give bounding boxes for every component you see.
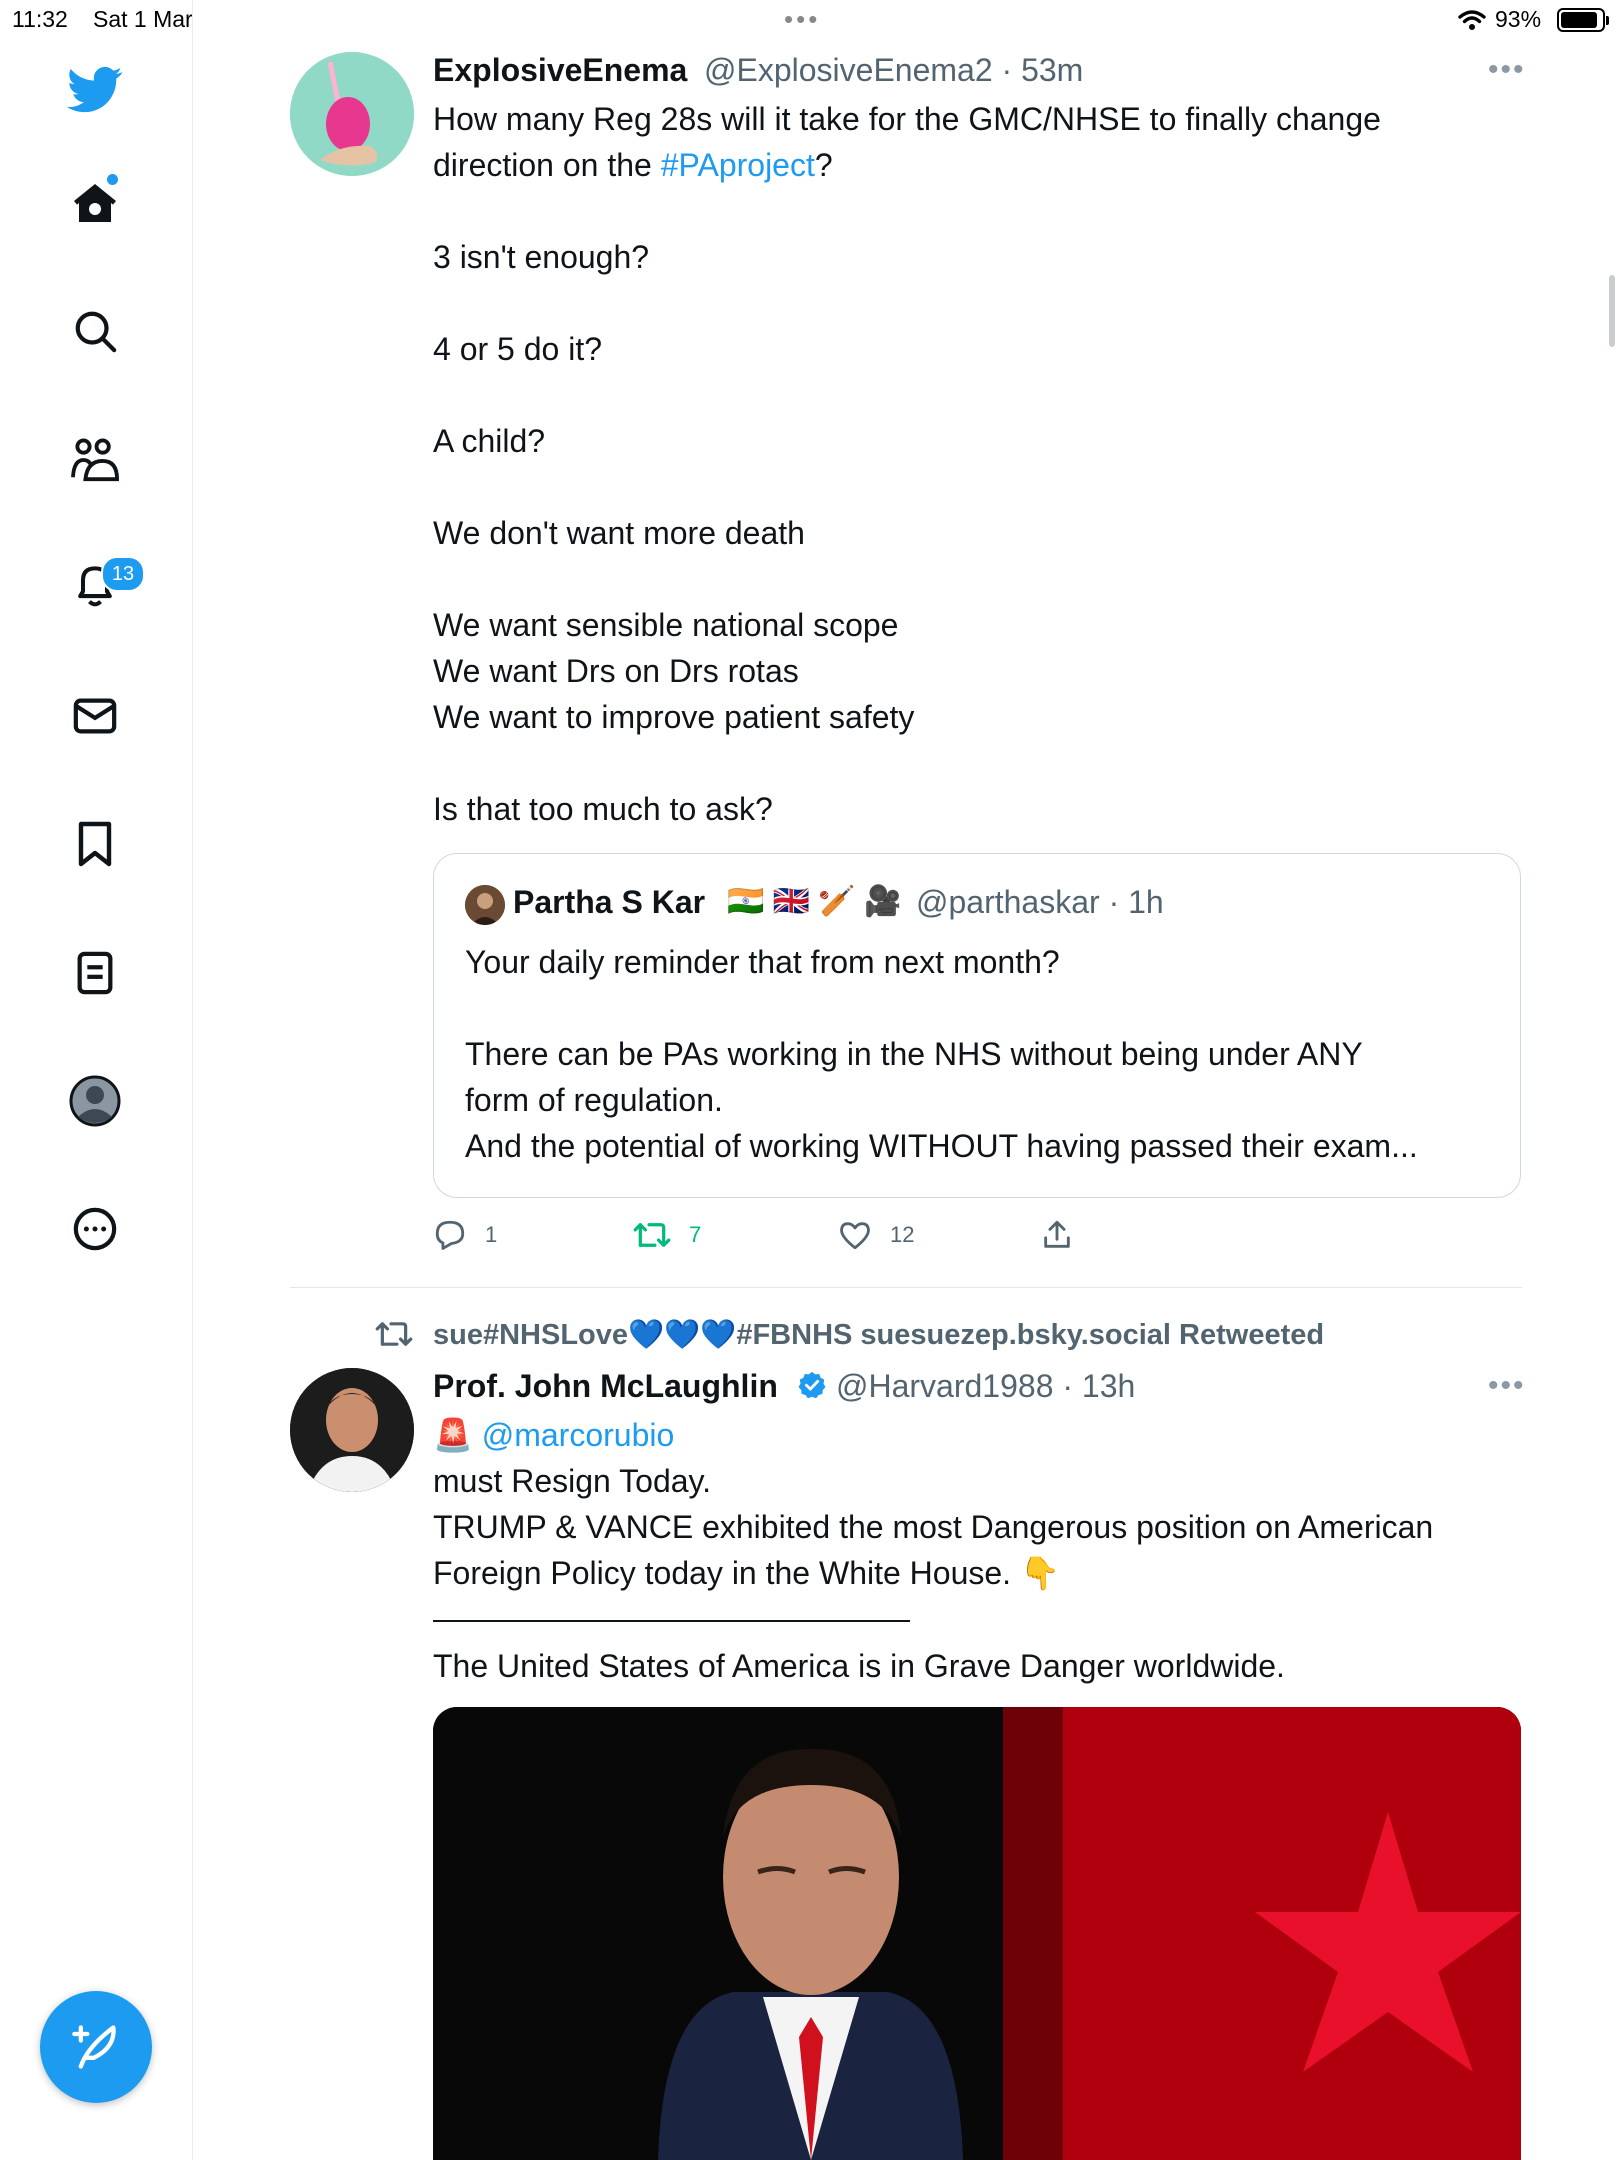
compose-tweet-button[interactable] — [40, 1991, 152, 2103]
home-unread-dot — [107, 174, 118, 185]
sidebar: 13 — [0, 0, 193, 2160]
retweet-icon — [633, 1223, 671, 1247]
quote-body: Your daily reminder that from next month… — [465, 944, 1418, 1164]
twitter-logo-icon[interactable] — [67, 62, 123, 118]
multitasking-dots-icon[interactable]: ••• — [784, 4, 820, 35]
siren-emoji: 🚨 — [433, 1417, 473, 1453]
tweet-body: 🚨 @marcorubio — [433, 1412, 1533, 1458]
communities-icon[interactable] — [67, 432, 123, 488]
retweet-button[interactable]: 7 — [633, 1218, 701, 1252]
tweet-more-icon[interactable]: ••• — [1488, 53, 1526, 87]
tweet-author-handle[interactable]: @Harvard1988 · 13h — [836, 1368, 1135, 1405]
tweet-divider — [290, 1287, 1522, 1288]
tweet-author-handle[interactable]: @ExplosiveEnema2 · 53m — [704, 52, 1083, 89]
heart-icon — [840, 1222, 870, 1250]
reply-button[interactable]: 1 — [433, 1218, 497, 1252]
avatar[interactable] — [290, 1368, 414, 1492]
tweet-media-image[interactable] — [433, 1707, 1521, 2160]
text-rule — [433, 1620, 910, 1622]
tweet-body-after-rule: The United States of America is in Grave… — [433, 1648, 1285, 1684]
quote-author-handle: @parthaskar · 1h — [916, 884, 1164, 920]
reply-count: 1 — [485, 1222, 498, 1247]
profile-avatar-icon[interactable] — [67, 1073, 123, 1129]
scrollbar[interactable] — [1609, 275, 1615, 347]
messages-icon[interactable] — [67, 688, 123, 744]
battery-icon — [1557, 8, 1609, 32]
battery-percent: 93% — [1495, 6, 1542, 32]
avatar[interactable] — [290, 52, 414, 176]
like-count: 12 — [890, 1222, 915, 1247]
tweet-more-icon[interactable]: ••• — [1488, 1369, 1526, 1403]
more-options-icon[interactable] — [67, 1201, 123, 1257]
tweet-body: How many Reg 28s will it take for the GM… — [433, 101, 1381, 183]
tweet-body-lines: must Resign Today. TRUMP & VANCE exhibit… — [433, 1463, 1434, 1591]
wifi-icon — [1458, 10, 1486, 30]
hashtag-link[interactable]: #PAproject — [661, 147, 815, 183]
mention-link[interactable]: @marcorubio — [482, 1417, 675, 1453]
like-button[interactable]: 12 — [838, 1218, 914, 1252]
reply-icon — [435, 1220, 465, 1250]
quote-author-name: Partha S Kar — [513, 884, 706, 920]
bookmarks-icon[interactable] — [67, 816, 123, 872]
retweet-count: 7 — [689, 1222, 702, 1247]
quote-avatar — [465, 885, 505, 925]
tweet-body-continued: 3 isn't enough? 4 or 5 do it? A child? W… — [433, 239, 915, 827]
quote-author-flags: 🇮🇳 🇬🇧 🏏 🎥 — [727, 885, 902, 918]
tweet-author-name[interactable]: ExplosiveEnema — [433, 52, 687, 89]
tweet-author-name[interactable]: Prof. John McLaughlin — [433, 1368, 778, 1405]
share-button[interactable] — [1040, 1218, 1074, 1252]
status-bar: 11:32 Sat 1 Mar ••• 93% — [0, 0, 1620, 42]
share-icon — [1044, 1220, 1070, 1248]
retweeted-by-label[interactable]: sue#NHSLove💙💙💙#FBNHS suesuezep.bsky.soci… — [433, 1318, 1324, 1352]
lists-icon[interactable] — [67, 945, 123, 1001]
notifications-badge: 13 — [101, 556, 145, 592]
quoted-tweet-card[interactable]: Partha S Kar 🇮🇳 🇬🇧 🏏 🎥 @parthaskar · 1h … — [433, 853, 1521, 1198]
verified-badge-icon — [798, 1371, 826, 1399]
search-icon[interactable] — [67, 303, 123, 359]
retweeted-icon — [375, 1322, 413, 1346]
compose-feather-icon — [72, 2025, 116, 2069]
